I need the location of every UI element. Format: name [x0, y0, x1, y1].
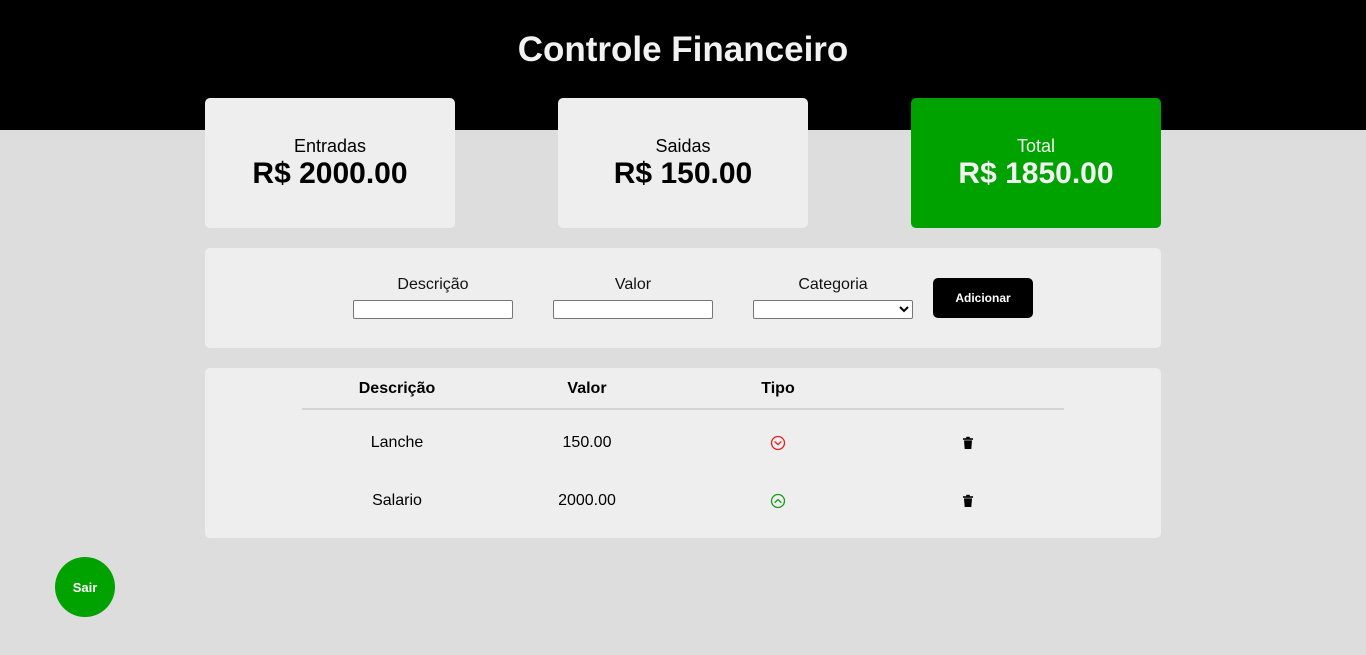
trash-icon[interactable] — [961, 494, 975, 508]
row-descricao: Lanche — [370, 434, 424, 451]
adicionar-button[interactable]: Adicionar — [933, 278, 1033, 318]
sair-button[interactable]: Sair — [55, 557, 115, 617]
trash-icon[interactable] — [961, 436, 975, 450]
header-valor: Valor — [567, 380, 607, 397]
row-actions — [873, 434, 1063, 452]
total-value: R$ 1850.00 — [958, 157, 1114, 190]
descricao-input[interactable] — [353, 300, 513, 319]
table-row: Lanche 150.00 — [302, 423, 1064, 463]
saidas-card: Saidas R$ 150.00 — [558, 98, 808, 228]
categoria-field: Categoria — [753, 276, 913, 319]
table-header: Descrição Valor Tipo — [302, 368, 1064, 410]
valor-label: Valor — [614, 276, 652, 293]
header-descricao: Descrição — [358, 380, 436, 397]
entradas-label: Entradas — [293, 136, 367, 156]
entry-form: Descrição Valor Categoria Adicionar — [205, 248, 1161, 348]
total-label: Total — [1016, 136, 1056, 156]
row-actions — [873, 492, 1063, 510]
valor-input[interactable] — [553, 300, 713, 319]
categoria-select[interactable] — [753, 300, 913, 319]
descricao-field: Descrição — [353, 276, 513, 319]
row-descricao: Salario — [372, 492, 422, 509]
row-valor: 150.00 — [562, 434, 612, 451]
saidas-label: Saidas — [655, 136, 711, 156]
chevron-up-circle-icon — [770, 493, 786, 508]
page-title: Controle Financeiro — [517, 30, 849, 69]
categoria-label: Categoria — [798, 276, 868, 293]
entradas-value: R$ 2000.00 — [252, 157, 408, 190]
transactions-table: Descrição Valor Tipo Lanche 150.00 Salar… — [205, 368, 1161, 538]
chevron-down-circle-icon — [770, 435, 786, 450]
row-tipo — [683, 434, 873, 452]
valor-field: Valor — [553, 276, 713, 319]
saidas-value: R$ 150.00 — [613, 157, 753, 190]
descricao-label: Descrição — [397, 276, 469, 293]
header-tipo: Tipo — [761, 380, 795, 397]
total-card: Total R$ 1850.00 — [911, 98, 1161, 228]
row-tipo — [683, 492, 873, 510]
table-row: Salario 2000.00 — [302, 481, 1064, 521]
row-valor: 2000.00 — [558, 492, 616, 509]
entradas-card: Entradas R$ 2000.00 — [205, 98, 455, 228]
